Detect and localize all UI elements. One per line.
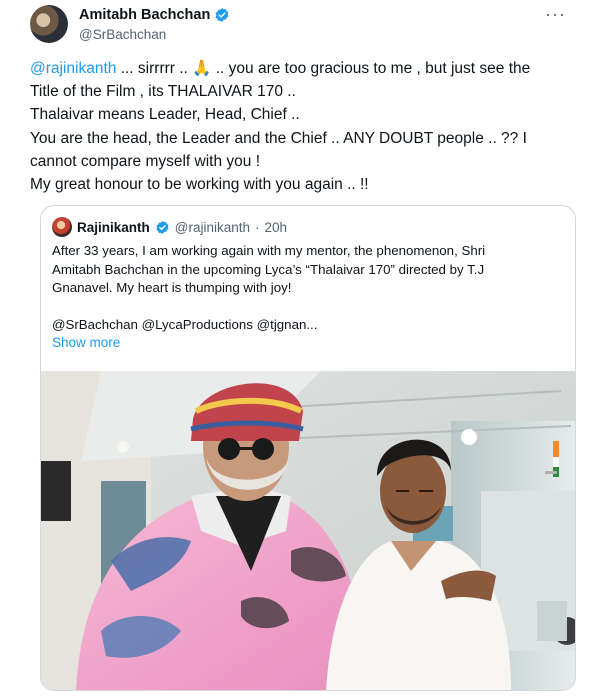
tweet-line: Thalaivar means Leader, Head, Chief ..: [30, 106, 300, 124]
verified-badge-icon: [156, 220, 169, 234]
tweet-line: Title of the Film , its THALAIVAR 170 ..: [30, 83, 296, 101]
tweet-line-text: ... sirrrrr .. 🙏 .. you are too gracious…: [116, 60, 531, 77]
tweet-card[interactable]: Amitabh Bachchan @SrBachchan ··· @rajini…: [10, 0, 582, 700]
quoted-header: Rajinikanth @rajinikanth · 20h: [52, 217, 287, 237]
quoted-line: After 33 years, I am working again with …: [52, 243, 486, 258]
quoted-handle[interactable]: @rajinikanth: [175, 220, 250, 235]
quoted-photo[interactable]: [41, 371, 576, 691]
more-options-icon[interactable]: ···: [545, 5, 566, 23]
avatar[interactable]: [30, 5, 68, 43]
quoted-tweet[interactable]: Rajinikanth @rajinikanth · 20h After 33 …: [40, 205, 576, 691]
show-more-link[interactable]: Show more: [52, 335, 120, 350]
quoted-timestamp[interactable]: 20h: [265, 220, 288, 235]
quoted-line: [52, 298, 562, 317]
author-display-name[interactable]: Amitabh Bachchan: [79, 7, 210, 23]
quoted-line: Gnanavel. My heart is thumping with joy!: [52, 280, 292, 295]
tweet-line: @rajinikanth ... sirrrrr .. 🙏 .. you are…: [30, 57, 575, 80]
tweet-text: @rajinikanth ... sirrrrr .. 🙏 .. you are…: [30, 57, 575, 196]
author-handle[interactable]: @SrBachchan: [79, 27, 166, 42]
quoted-display-name[interactable]: Rajinikanth: [77, 220, 150, 235]
mention-link[interactable]: @rajinikanth: [30, 60, 116, 77]
tweet-header: Amitabh Bachchan @SrBachchan ···: [30, 5, 582, 45]
tweet-line: My great honour to be working with you a…: [30, 176, 369, 194]
quoted-separator: ·: [255, 219, 260, 235]
tweet-line: cannot compare myself with you !: [30, 152, 261, 170]
author-name-row: Amitabh Bachchan: [79, 7, 230, 23]
quoted-text: After 33 years, I am working again with …: [52, 242, 562, 335]
quoted-avatar[interactable]: [52, 217, 72, 237]
tweet-line: You are the head, the Leader and the Chi…: [30, 129, 527, 147]
quoted-line: @SrBachchan @LycaProductions @tjgnan...: [52, 317, 318, 332]
verified-badge-icon: [215, 8, 229, 22]
quoted-line: Amitabh Bachchan in the upcoming Lyca’s …: [52, 261, 485, 277]
